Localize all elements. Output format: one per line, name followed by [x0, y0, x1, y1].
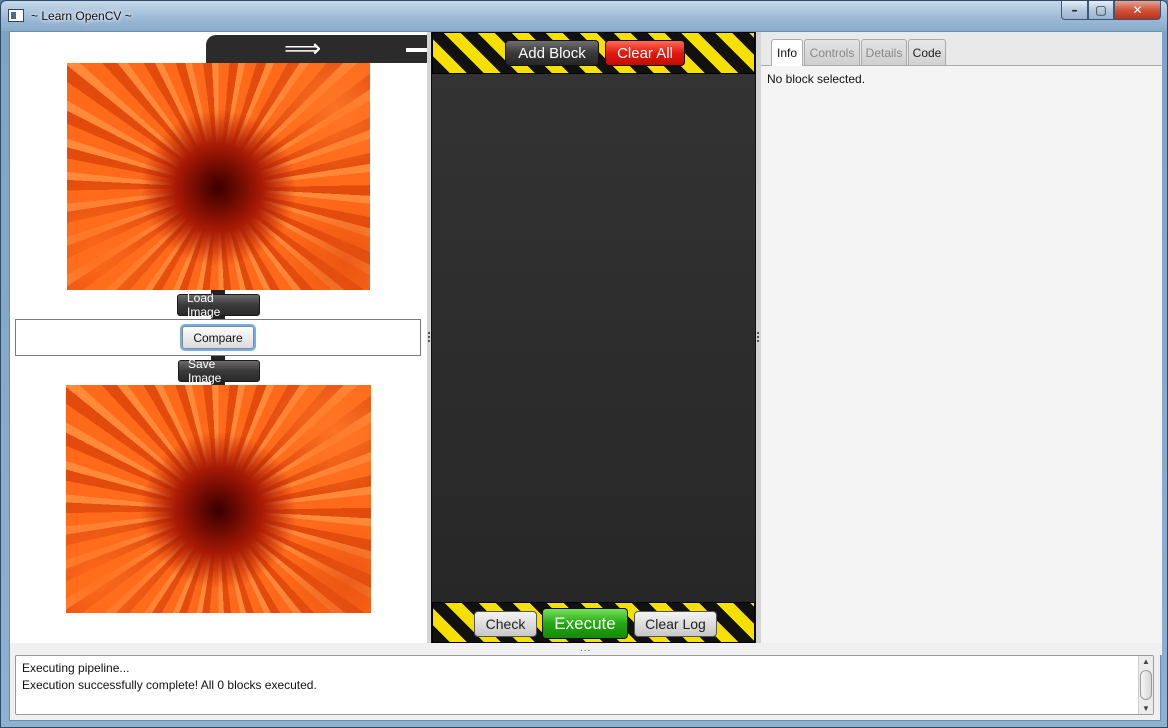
- log-splitter[interactable]: ...: [10, 643, 1162, 655]
- input-image: [67, 63, 370, 290]
- execute-button[interactable]: Execute: [542, 608, 628, 639]
- tab-details[interactable]: Details: [861, 39, 907, 65]
- maximize-button[interactable]: ▢: [1088, 1, 1114, 20]
- log-line: Executing pipeline...: [22, 661, 130, 675]
- check-button[interactable]: Check: [474, 611, 537, 637]
- pipeline-connector: ⟹: [206, 35, 427, 63]
- image-pane: ⟹ Load Image Compare Save Image: [10, 32, 427, 643]
- clear-all-button[interactable]: Clear All: [605, 40, 685, 66]
- window-title: ~ Learn OpenCV ~: [31, 9, 132, 23]
- connector-dash: [406, 48, 427, 52]
- inspector-tabs: Info Controls Details Code: [761, 32, 1162, 66]
- app-icon: [8, 9, 24, 22]
- scroll-thumb[interactable]: [1140, 670, 1152, 700]
- load-image-button[interactable]: Load Image: [177, 291, 260, 319]
- tab-info[interactable]: Info: [771, 39, 803, 66]
- log-scrollbar[interactable]: ▲ ▼: [1138, 656, 1153, 714]
- log-line: Execution successfully complete! All 0 b…: [22, 678, 317, 692]
- scroll-up-icon[interactable]: ▲: [1141, 657, 1151, 666]
- log-area[interactable]: Executing pipeline... Execution successf…: [15, 655, 1154, 715]
- splitter-grip[interactable]: [428, 332, 430, 342]
- right-arrow-icon: ⟹: [284, 34, 322, 64]
- tab-controls[interactable]: Controls: [804, 39, 860, 65]
- clear-log-button[interactable]: Clear Log: [634, 611, 717, 637]
- add-block-button[interactable]: Add Block: [505, 40, 599, 66]
- output-image: [66, 385, 371, 613]
- close-button[interactable]: ✕: [1114, 1, 1161, 20]
- compare-button[interactable]: Compare: [182, 326, 254, 349]
- client-area: ⟹ Load Image Compare Save Image Add Bloc…: [9, 31, 1162, 721]
- top-toolbar: Add Block Clear All: [432, 32, 755, 74]
- scroll-down-icon[interactable]: ▼: [1141, 704, 1151, 713]
- compare-panel: Compare: [15, 319, 421, 356]
- bottom-toolbar: Check Execute Clear Log: [432, 602, 755, 643]
- title-bar[interactable]: ~ Learn OpenCV ~ – ▢ ✕: [1, 1, 1167, 31]
- app-window: ~ Learn OpenCV ~ – ▢ ✕ ⟹ Load Image Comp…: [0, 0, 1168, 728]
- splitter-grip-dots[interactable]: ...: [580, 643, 591, 654]
- inspector-pane: Info Controls Details Code No block sele…: [761, 32, 1162, 643]
- save-image-button[interactable]: Save Image: [178, 357, 260, 385]
- splitter-grip[interactable]: [757, 332, 759, 342]
- pipeline-pane: Add Block Clear All Check Execute Clear …: [431, 32, 756, 643]
- info-message: No block selected.: [767, 72, 866, 86]
- minimize-button[interactable]: –: [1061, 1, 1088, 20]
- tab-code[interactable]: Code: [908, 39, 946, 65]
